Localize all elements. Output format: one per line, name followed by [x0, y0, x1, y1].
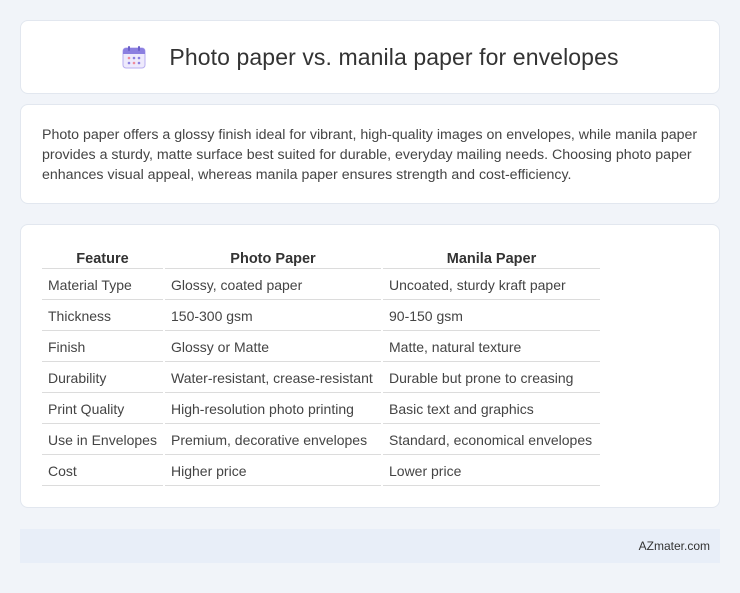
- table-cell: Material Type: [42, 269, 163, 300]
- table-cell: Thickness: [42, 300, 163, 331]
- table-cell: Glossy, coated paper: [165, 269, 381, 300]
- table-cell: Lower price: [383, 455, 600, 486]
- table-row: Durability Water-resistant, crease-resis…: [42, 362, 600, 393]
- table-cell: Standard, economical envelopes: [383, 424, 600, 455]
- title-card: Photo paper vs. manila paper for envelop…: [20, 20, 720, 94]
- table-header-row: Feature Photo Paper Manila Paper: [42, 243, 600, 269]
- table-cell: Higher price: [165, 455, 381, 486]
- comparison-table: Feature Photo Paper Manila Paper Materia…: [40, 243, 602, 486]
- table-row: Finish Glossy or Matte Matte, natural te…: [42, 331, 600, 362]
- header-feature: Feature: [42, 243, 163, 269]
- table-cell: Water-resistant, crease-resistant: [165, 362, 381, 393]
- table-cell: Matte, natural texture: [383, 331, 600, 362]
- table-cell: Glossy or Matte: [165, 331, 381, 362]
- summary-card: Photo paper offers a glossy finish ideal…: [20, 104, 720, 204]
- table-cell: Cost: [42, 455, 163, 486]
- table-cell: Basic text and graphics: [383, 393, 600, 424]
- calendar-icon: [121, 44, 147, 70]
- table-row: Use in Envelopes Premium, decorative env…: [42, 424, 600, 455]
- table-cell: Durable but prone to creasing: [383, 362, 600, 393]
- comparison-table-card: Feature Photo Paper Manila Paper Materia…: [20, 224, 720, 508]
- table-cell: Premium, decorative envelopes: [165, 424, 381, 455]
- footer-bar: AZmater.com: [20, 529, 720, 563]
- table-row: Print Quality High-resolution photo prin…: [42, 393, 600, 424]
- summary-text: Photo paper offers a glossy finish ideal…: [42, 127, 698, 183]
- table-cell: 150-300 gsm: [165, 300, 381, 331]
- table-cell: Print Quality: [42, 393, 163, 424]
- table-cell: 90-150 gsm: [383, 300, 600, 331]
- table-cell: High-resolution photo printing: [165, 393, 381, 424]
- table-cell: Use in Envelopes: [42, 424, 163, 455]
- table-cell: Finish: [42, 331, 163, 362]
- table-cell: Durability: [42, 362, 163, 393]
- header-photo-paper: Photo Paper: [165, 243, 381, 269]
- header-manila-paper: Manila Paper: [383, 243, 600, 269]
- table-row: Thickness 150-300 gsm 90-150 gsm: [42, 300, 600, 331]
- footer-brand: AZmater.com: [638, 539, 710, 553]
- table-cell: Uncoated, sturdy kraft paper: [383, 269, 600, 300]
- table-row: Material Type Glossy, coated paper Uncoa…: [42, 269, 600, 300]
- table-row: Cost Higher price Lower price: [42, 455, 600, 486]
- page-title: Photo paper vs. manila paper for envelop…: [169, 43, 619, 70]
